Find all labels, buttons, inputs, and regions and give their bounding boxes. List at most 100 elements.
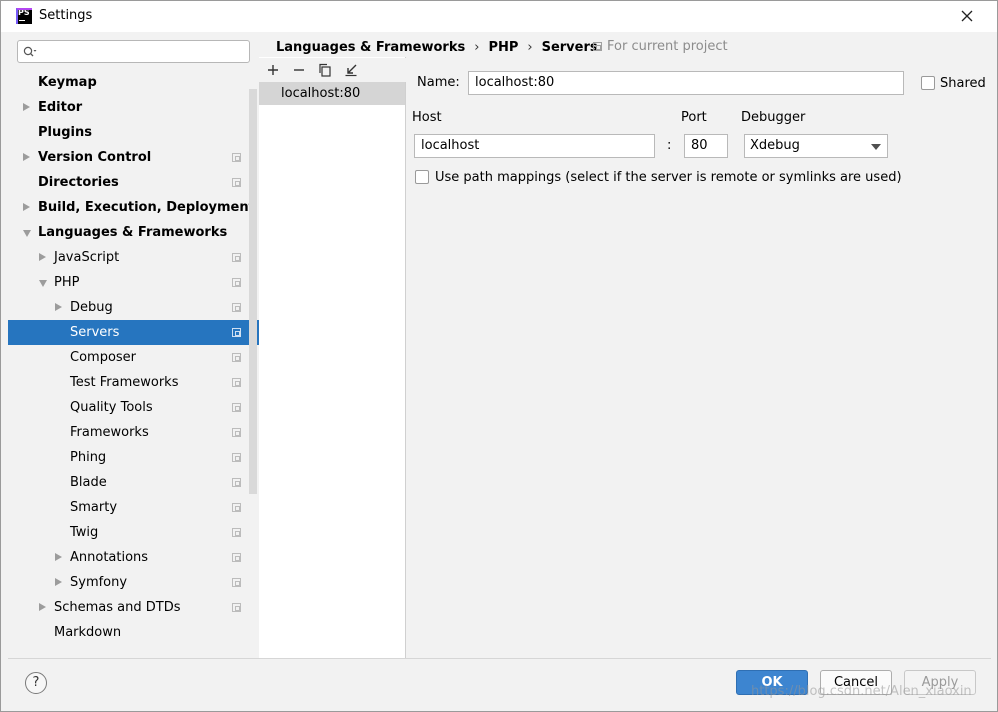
- settings-tree-panel: Keymap Editor Plugins Version Control Direct…: [8, 32, 259, 658]
- search-input[interactable]: [42, 43, 242, 60]
- import-icon: [345, 64, 357, 77]
- name-field[interactable]: localhost:80: [468, 71, 904, 95]
- project-scope-icon: [232, 253, 241, 262]
- tree-item-twig[interactable]: Twig: [8, 520, 259, 545]
- tree-item-smarty[interactable]: Smarty: [8, 495, 259, 520]
- path-mappings-label: Use path mappings (select if the server …: [435, 170, 902, 185]
- settings-search[interactable]: [17, 40, 250, 63]
- tree-item-blade[interactable]: Blade: [8, 470, 259, 495]
- tree-item-phing[interactable]: Phing: [8, 445, 259, 470]
- close-button[interactable]: [955, 5, 979, 27]
- collapsed-arrow-icon[interactable]: [55, 553, 62, 561]
- tree-item-label: Blade: [70, 475, 107, 490]
- phpstorm-app-icon: PS: [16, 8, 32, 24]
- breadcrumb-servers: Servers: [541, 39, 598, 55]
- breadcrumb-separator: ›: [474, 39, 480, 55]
- tree-item-frameworks[interactable]: Frameworks: [8, 420, 259, 445]
- tree-item-label: Composer: [70, 350, 137, 365]
- shared-checkbox[interactable]: [921, 76, 935, 90]
- collapsed-arrow-icon[interactable]: [23, 203, 30, 211]
- tree-item-debug[interactable]: Debug: [8, 295, 259, 320]
- collapsed-arrow-icon[interactable]: [55, 303, 62, 311]
- collapsed-arrow-icon[interactable]: [55, 578, 62, 586]
- breadcrumb-separator: ›: [527, 39, 533, 55]
- minus-icon: [294, 69, 304, 71]
- tree-item-label: Frameworks: [70, 425, 149, 440]
- expanded-arrow-icon[interactable]: [23, 230, 31, 237]
- tree-item-label: Markdown: [54, 625, 122, 640]
- project-scope-icon: [232, 378, 241, 387]
- tree-item-label: Schemas and DTDs: [54, 600, 181, 615]
- settings-window: PS Settings Keymap Editor Plugins Version C…: [0, 0, 998, 712]
- project-scope-icon: [232, 353, 241, 362]
- tree-item-javascript[interactable]: JavaScript: [8, 245, 259, 270]
- tree-item-annotations[interactable]: Annotations: [8, 545, 259, 570]
- breadcrumb-languages: Languages & Frameworks: [276, 39, 466, 55]
- remove-server-button[interactable]: [291, 62, 307, 78]
- tree-item-schemas-and-dtds[interactable]: Schemas and DTDs: [8, 595, 259, 620]
- tree-item-label: Servers: [70, 325, 120, 340]
- tree-item-label: Quality Tools: [70, 400, 153, 415]
- tree-item-label: Test Frameworks: [70, 375, 179, 390]
- collapsed-arrow-icon[interactable]: [39, 253, 46, 261]
- project-scope-icon: [232, 428, 241, 437]
- search-icon: [23, 46, 37, 57]
- project-scope-icon: [232, 553, 241, 562]
- tree-item-servers[interactable]: Servers: [8, 320, 259, 345]
- tree-item-plugins[interactable]: Plugins: [8, 120, 259, 145]
- dropdown-arrow-icon: [871, 144, 881, 150]
- tree-item-directories[interactable]: Directories: [8, 170, 259, 195]
- tree-item-label: Annotations: [70, 550, 149, 565]
- window-title: Settings: [39, 8, 93, 23]
- project-scope-icon: [232, 453, 241, 462]
- tree-item-editor[interactable]: Editor: [8, 95, 259, 120]
- tree-item-version-control[interactable]: Version Control: [8, 145, 259, 170]
- tree-item-languages-frameworks[interactable]: Languages & Frameworks: [8, 220, 259, 245]
- port-field[interactable]: 80: [684, 134, 728, 158]
- project-scope-icon: [232, 153, 241, 162]
- tree-item-label: Languages & Frameworks: [38, 225, 228, 240]
- tree-item-php[interactable]: PHP: [8, 270, 259, 295]
- breadcrumb-php: PHP: [488, 39, 519, 55]
- tree-item-label: Symfony: [70, 575, 128, 590]
- project-scope-icon: [232, 278, 241, 287]
- tree-item-composer[interactable]: Composer: [8, 345, 259, 370]
- tree-item-quality-tools[interactable]: Quality Tools: [8, 395, 259, 420]
- tree-item-label: Phing: [70, 450, 107, 465]
- add-server-button[interactable]: [265, 62, 281, 78]
- debugger-value: Xdebug: [750, 138, 800, 153]
- tree-item-label: Editor: [38, 100, 83, 115]
- debugger-label: Debugger: [741, 110, 806, 125]
- apply-button[interactable]: Apply: [904, 670, 976, 695]
- ok-button[interactable]: OK: [736, 670, 808, 695]
- tree-item-label: JavaScript: [54, 250, 120, 265]
- project-scope-icon: [232, 528, 241, 537]
- tree-item-label: Plugins: [38, 125, 92, 140]
- tree-item-label: Directories: [38, 175, 119, 190]
- collapsed-arrow-icon[interactable]: [39, 603, 46, 611]
- project-scope-icon: [232, 328, 241, 337]
- tree-item-symfony[interactable]: Symfony: [8, 570, 259, 595]
- tree-item-label: Smarty: [70, 500, 118, 515]
- port-label: Port: [681, 110, 707, 125]
- server-list-item[interactable]: localhost:80: [259, 82, 405, 105]
- title-bar: PS Settings: [1, 1, 997, 32]
- cancel-button[interactable]: Cancel: [820, 670, 892, 695]
- copy-server-button[interactable]: [317, 62, 333, 78]
- import-server-button[interactable]: [343, 62, 359, 78]
- project-scope-icon: [232, 478, 241, 487]
- expanded-arrow-icon[interactable]: [39, 280, 47, 287]
- collapsed-arrow-icon[interactable]: [23, 103, 30, 111]
- tree-item-label: Version Control: [38, 150, 152, 165]
- tree-item-markdown[interactable]: Markdown: [8, 620, 259, 645]
- project-scope-icon: [232, 603, 241, 612]
- tree-item-test-frameworks[interactable]: Test Frameworks: [8, 370, 259, 395]
- path-mappings-checkbox[interactable]: [415, 170, 429, 184]
- tree-item-build-execution-deployment[interactable]: Build, Execution, Deployment: [8, 195, 259, 220]
- help-button[interactable]: ?: [25, 672, 47, 694]
- debugger-select[interactable]: Xdebug: [744, 134, 888, 158]
- tree-scrollbar[interactable]: [249, 89, 257, 494]
- tree-item-keymap[interactable]: Keymap: [8, 70, 259, 95]
- host-field[interactable]: localhost: [414, 134, 655, 158]
- collapsed-arrow-icon[interactable]: [23, 153, 30, 161]
